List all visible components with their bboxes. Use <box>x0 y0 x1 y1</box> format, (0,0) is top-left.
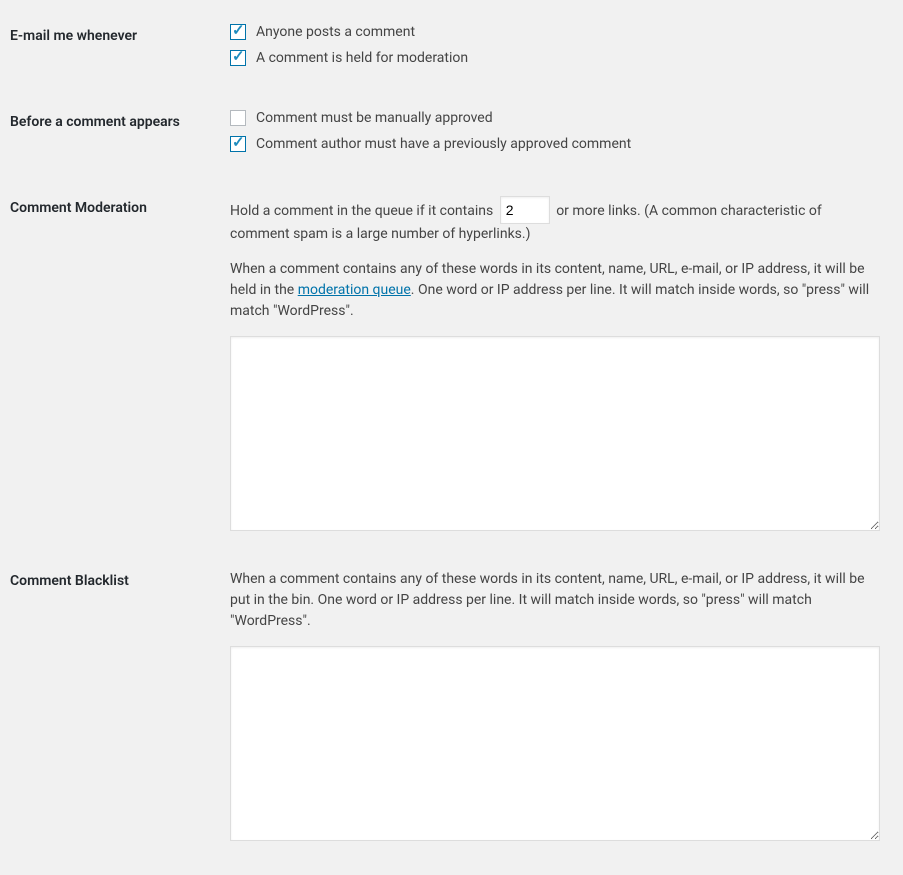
moderation-keys-description: When a comment contains any of these wor… <box>230 259 883 322</box>
manually-approved-label[interactable]: Comment must be manually approved <box>256 110 493 126</box>
previously-approved-label[interactable]: Comment author must have a previously ap… <box>256 136 631 152</box>
manually-approved-checkbox[interactable] <box>230 110 246 126</box>
comment-held-moderation-label[interactable]: A comment is held for moderation <box>256 50 468 66</box>
max-links-input[interactable] <box>500 196 550 224</box>
blacklist-keys-textarea[interactable] <box>230 646 880 841</box>
previously-approved-checkbox[interactable] <box>230 136 246 152</box>
hold-comment-links-text: Hold a comment in the queue if it contai… <box>230 196 883 245</box>
comment-moderation-heading: Comment Moderation <box>10 182 230 555</box>
anyone-posts-comment-label[interactable]: Anyone posts a comment <box>256 24 415 40</box>
before-appears-fieldset: Comment must be manually approved Commen… <box>230 110 883 162</box>
email-me-fieldset: Anyone posts a comment A comment is held… <box>230 24 883 76</box>
before-comment-appears-heading: Before a comment appears <box>10 96 230 182</box>
email-me-heading: E-mail me whenever <box>10 10 230 96</box>
discussion-settings-table: E-mail me whenever Anyone posts a commen… <box>10 10 893 865</box>
hold-prefix-text: Hold a comment in the queue if it contai… <box>230 203 493 219</box>
blacklist-description: When a comment contains any of these wor… <box>230 569 883 632</box>
moderation-keys-textarea[interactable] <box>230 336 880 531</box>
anyone-posts-comment-checkbox[interactable] <box>230 24 246 40</box>
blacklist-fieldset: When a comment contains any of these wor… <box>230 569 883 845</box>
comment-blacklist-heading: Comment Blacklist <box>10 555 230 865</box>
comment-held-moderation-checkbox[interactable] <box>230 50 246 66</box>
moderation-fieldset: Hold a comment in the queue if it contai… <box>230 196 883 535</box>
moderation-queue-link[interactable]: moderation queue <box>298 282 411 298</box>
